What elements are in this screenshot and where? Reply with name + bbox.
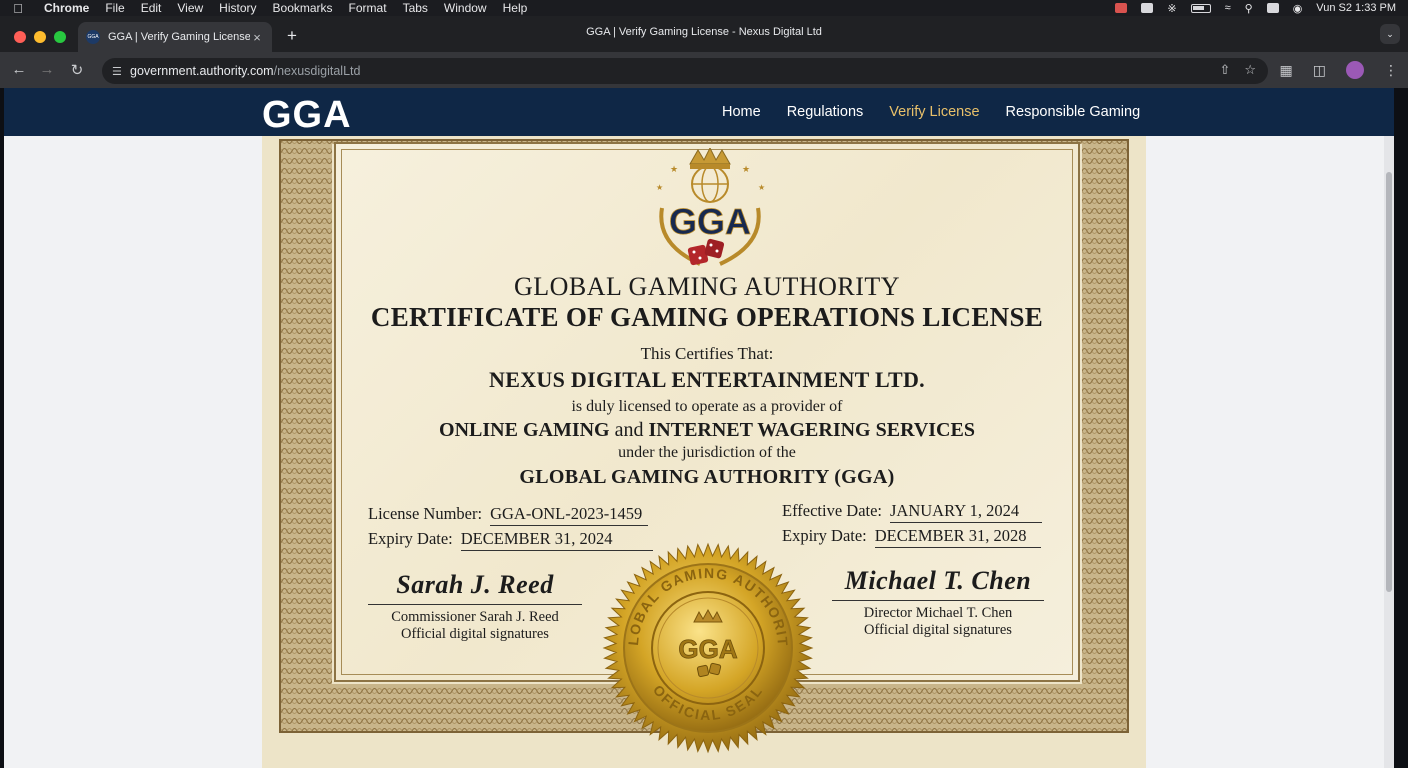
expiry-date-left-label: Expiry Date:	[368, 529, 453, 548]
svg-text:★: ★	[758, 183, 765, 192]
seal-center-text: GGA	[678, 634, 737, 664]
site-header: GGA Home Regulations Verify License Resp…	[4, 88, 1394, 136]
browser-tab-active[interactable]: GGA GGA | Verify Gaming License ×	[78, 22, 272, 52]
nav-verify-license[interactable]: Verify License	[889, 104, 979, 120]
control-center-icon[interactable]	[1266, 3, 1279, 13]
menu-help[interactable]: Help	[495, 0, 536, 16]
profile-avatar[interactable]	[1346, 61, 1364, 79]
wifi-icon[interactable]: ≈	[1225, 2, 1231, 14]
tab-title: GGA | Verify Gaming License	[108, 31, 250, 43]
bluetooth-icon[interactable]: ※	[1167, 2, 1176, 15]
input-source-icon[interactable]	[1141, 3, 1154, 13]
certifies-line: This Certifies That:	[640, 344, 774, 363]
signature-block-commissioner: Sarah J. Reed Commissioner Sarah J. Reed…	[366, 570, 584, 643]
menu-format[interactable]: Format	[341, 0, 395, 16]
certificate-title: CERTIFICATE OF GAMING OPERATIONS LICENSE	[370, 302, 1044, 332]
toolbar-right-actions: ▦ ◫ ⋮	[1280, 61, 1398, 79]
signature-line	[832, 600, 1044, 601]
effective-date-field: Effective Date: JANUARY 1, 2024	[782, 501, 1043, 523]
url-host: government.authority.com	[130, 64, 274, 78]
side-panel-icon[interactable]: ◫	[1313, 62, 1326, 79]
svg-text:★: ★	[670, 164, 678, 174]
spotlight-search-icon[interactable]: ⚲	[1245, 2, 1253, 15]
effective-date-label: Effective Date:	[782, 501, 883, 520]
service-online-gaming: ONLINE GAMING	[439, 419, 610, 441]
close-tab-icon[interactable]: ×	[250, 30, 264, 45]
effective-date-value: JANUARY 1, 2024	[890, 501, 1043, 523]
jurisdiction-line: under the jurisdiction of the	[618, 444, 796, 461]
window-controls	[14, 31, 66, 43]
menu-file[interactable]: File	[97, 0, 132, 16]
calendar-icon[interactable]	[1115, 3, 1128, 13]
licensee-name: NEXUS DIGITAL ENTERTAINMENT LTD.	[489, 367, 925, 392]
licensed-statement: is duly licensed to operate as a provide…	[571, 398, 843, 415]
license-certificate: ★ ★ ★ ★ GGA GLOBAL GAMING AUTHORITY CERT…	[262, 136, 1146, 768]
omnibox-actions: ⇧ ☆	[1219, 62, 1256, 78]
signatory-title: Director Michael T. Chen	[863, 605, 1013, 621]
signature-note: Official digital signatures	[864, 622, 1012, 638]
macos-menubar:  Chrome File Edit View History Bookmark…	[0, 0, 1408, 16]
menu-tabs[interactable]: Tabs	[395, 0, 436, 16]
jurisdiction-authority: GLOBAL GAMING AUTHORITY (GGA)	[519, 466, 895, 488]
apple-menu-icon[interactable]: 	[0, 1, 36, 16]
licensed-services: ONLINE GAMING and INTERNET WAGERING SERV…	[334, 419, 1080, 442]
browser-tabstrip: GGA GGA | Verify Gaming License × + GGA …	[0, 16, 1408, 52]
signature-line	[368, 604, 582, 605]
battery-icon[interactable]	[1190, 3, 1211, 13]
menubar-status-area: ※ ≈ ⚲ ◉ Vun S2 1:33 PM	[1115, 0, 1396, 16]
menu-view[interactable]: View	[169, 0, 211, 16]
url-path: /nexusdigitalLtd	[273, 64, 361, 78]
close-window-button[interactable]	[14, 31, 26, 43]
share-icon[interactable]: ⇧	[1219, 62, 1230, 78]
menu-app-name[interactable]: Chrome	[36, 0, 97, 16]
signatory-title: Commissioner Sarah J. Reed	[391, 609, 559, 625]
certificate-authority-name: GLOBAL GAMING AUTHORITY	[513, 272, 901, 301]
favicon-icon: GGA	[86, 30, 100, 44]
nav-responsible-gaming[interactable]: Responsible Gaming	[1006, 104, 1141, 120]
bookmark-star-icon[interactable]: ☆	[1244, 62, 1256, 78]
browser-toolbar: ← → ↻ ☰ government.authority.com /nexusd…	[0, 52, 1408, 88]
site-logo[interactable]: GGA	[262, 94, 352, 137]
site-nav: Home Regulations Verify License Responsi…	[722, 88, 1140, 136]
forward-arrow-icon[interactable]: →	[38, 61, 56, 78]
menu-edit[interactable]: Edit	[133, 0, 170, 16]
svg-text:★: ★	[656, 183, 663, 192]
signature-block-director: Michael T. Chen Director Michael T. Chen…	[828, 566, 1048, 639]
address-bar[interactable]: ☰ government.authority.com /nexusdigital…	[102, 58, 1268, 84]
signature-note: Official digital signatures	[401, 626, 549, 642]
extensions-puzzle-icon[interactable]: ▦	[1280, 62, 1293, 79]
crest-text: GGA	[669, 201, 751, 242]
license-number-field: License Number: GGA-ONL-2023-1459	[368, 504, 649, 526]
menu-window[interactable]: Window	[436, 0, 495, 16]
expiry-date-right-value: DECEMBER 31, 2028	[874, 526, 1041, 548]
license-number-label: License Number:	[368, 504, 483, 523]
license-number-value: GGA-ONL-2023-1459	[490, 504, 649, 526]
service-internet-wagering: INTERNET WAGERING SERVICES	[648, 419, 975, 441]
gga-crest-logo: ★ ★ ★ ★ GGA	[656, 148, 765, 266]
minimize-window-button[interactable]	[34, 31, 46, 43]
reload-icon[interactable]: ↻	[68, 61, 86, 79]
menu-bookmarks[interactable]: Bookmarks	[265, 0, 341, 16]
page-viewport: GGA Home Regulations Verify License Resp…	[4, 88, 1394, 768]
tab-search-chevron-icon[interactable]: ⌄	[1380, 24, 1400, 44]
nav-regulations[interactable]: Regulations	[787, 104, 864, 120]
svg-text:★: ★	[742, 164, 750, 174]
new-tab-button[interactable]: +	[282, 26, 302, 46]
official-gold-seal: GLOBAL GAMING AUTHORITY OFFICIAL SEAL GG…	[602, 542, 814, 754]
siri-icon[interactable]: ◉	[1293, 2, 1303, 15]
chrome-menu-icon[interactable]: ⋮	[1384, 62, 1398, 79]
menu-history[interactable]: History	[211, 0, 264, 16]
window-title: GGA | Verify Gaming License - Nexus Digi…	[586, 26, 822, 38]
scrollbar-thumb[interactable]	[1386, 172, 1392, 592]
page-scrollbar[interactable]	[1384, 136, 1394, 768]
back-arrow-icon[interactable]: ←	[10, 61, 28, 78]
service-conjunction: and	[614, 419, 644, 441]
nav-home[interactable]: Home	[722, 104, 761, 120]
expiry-date-right-field: Expiry Date: DECEMBER 31, 2028	[782, 526, 1041, 548]
zoom-window-button[interactable]	[54, 31, 66, 43]
site-info-icon[interactable]: ☰	[112, 65, 130, 78]
menubar-clock[interactable]: Vun S2 1:33 PM	[1316, 2, 1396, 14]
signature-director: Michael T. Chen	[844, 566, 1032, 595]
signature-commissioner: Sarah J. Reed	[396, 570, 554, 599]
